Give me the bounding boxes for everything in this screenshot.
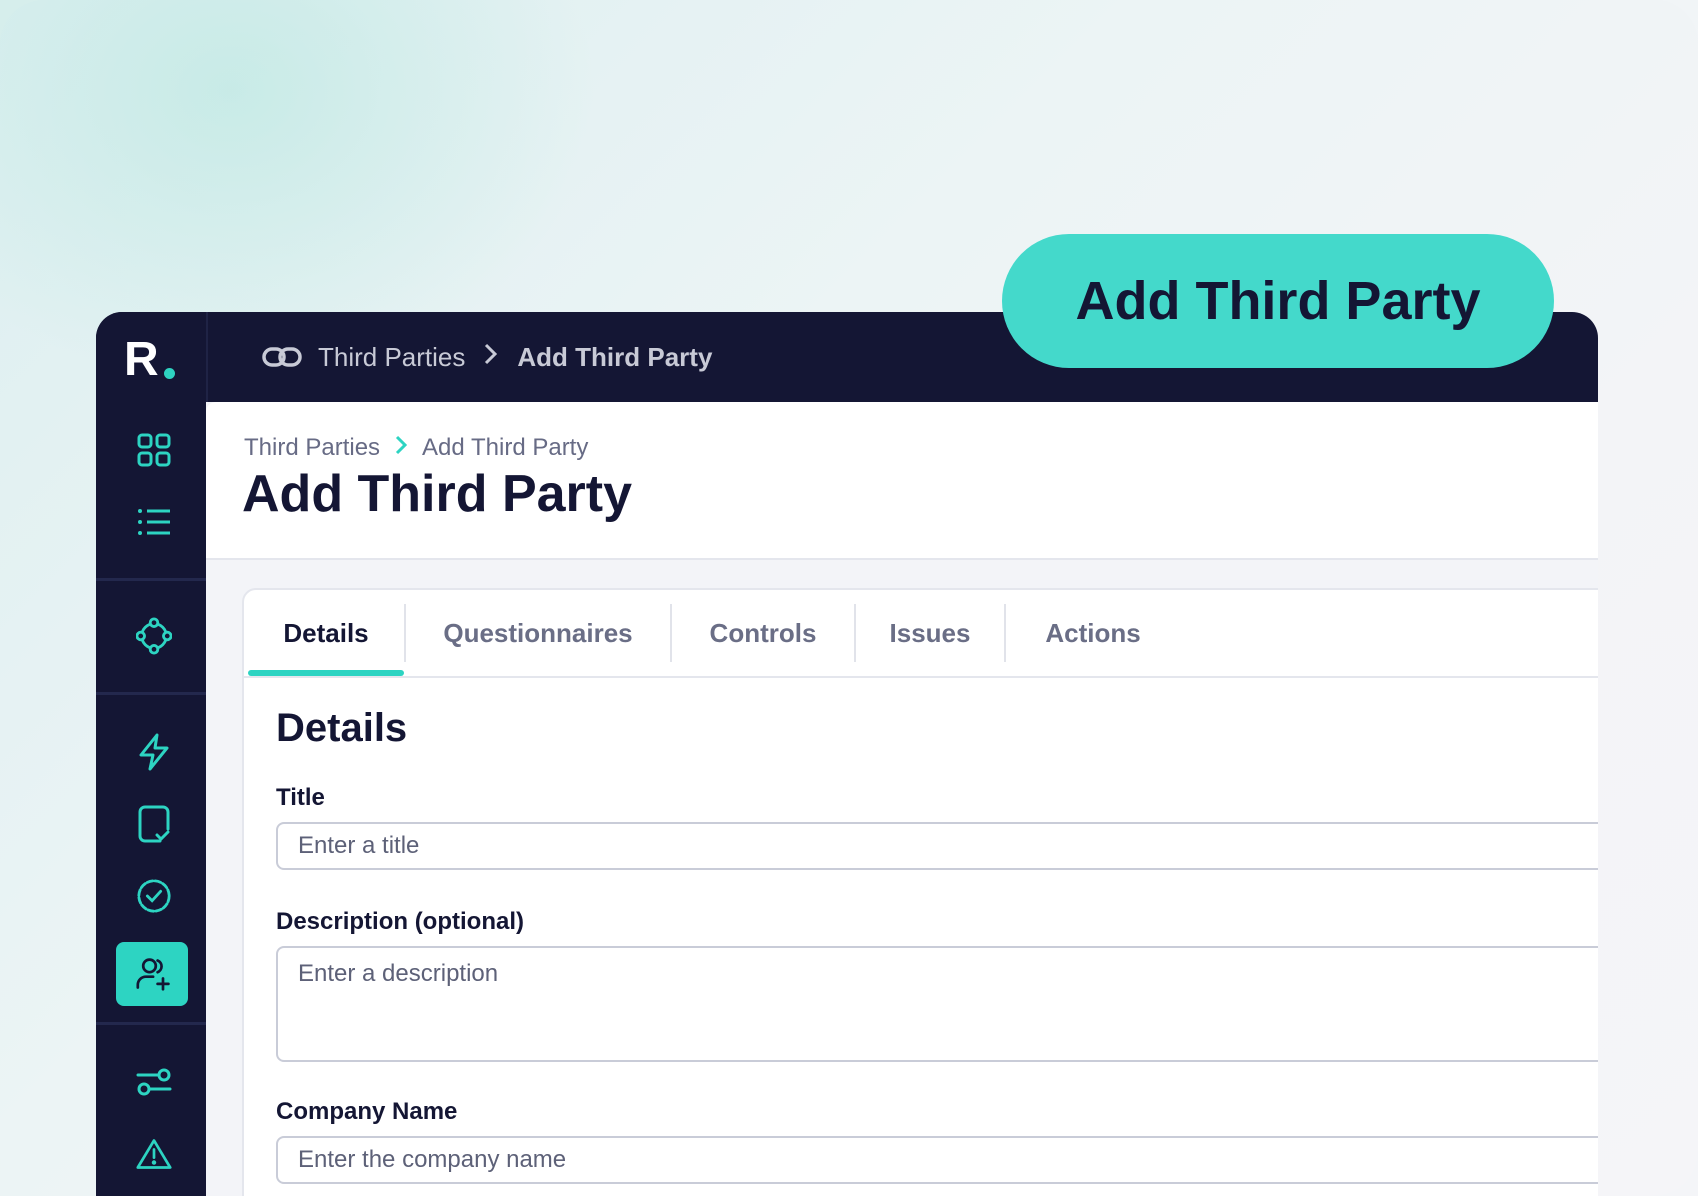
logo-dot — [164, 368, 175, 379]
tab-issues[interactable]: Issues — [856, 590, 1004, 676]
logo-area[interactable]: R — [96, 312, 208, 402]
sliders-icon[interactable] — [136, 1064, 172, 1100]
document-check-icon[interactable] — [136, 805, 172, 843]
tab-controls[interactable]: Controls — [672, 590, 854, 676]
sidebar — [96, 402, 206, 1196]
section-title: Details — [276, 706, 408, 750]
active-tab-indicator — [248, 670, 404, 676]
logo: R — [124, 333, 159, 386]
dashboard-grid-icon[interactable] — [136, 432, 172, 468]
link-icon — [262, 343, 304, 371]
badge-check-icon[interactable] — [136, 878, 172, 914]
lightning-icon[interactable] — [136, 733, 172, 771]
sidebar-divider — [96, 692, 206, 695]
sidebar-divider — [96, 1022, 206, 1025]
top-breadcrumb: Third Parties Add Third Party — [262, 338, 712, 376]
title-label: Title — [276, 784, 325, 811]
page-title: Add Third Party — [242, 465, 633, 523]
title-input[interactable] — [276, 822, 1598, 870]
app-window: R Third Parties Add Third Party Third Pa… — [96, 312, 1598, 1196]
tab-actions[interactable]: Actions — [1006, 590, 1180, 676]
company-name-label: Company Name — [276, 1098, 458, 1125]
add-third-party-callout: Add Third Party — [1002, 234, 1554, 368]
main-content: Third Parties Add Third Party Add Third … — [206, 402, 1598, 1196]
breadcrumb-parent[interactable]: Third Parties — [244, 434, 380, 462]
page-header: Third Parties Add Third Party Add Third … — [206, 402, 1598, 560]
chevron-right-icon — [394, 432, 408, 463]
network-nodes-icon[interactable] — [136, 617, 172, 655]
description-label: Description (optional) — [276, 908, 524, 935]
sidebar-divider — [96, 578, 206, 581]
add-user-icon[interactable] — [136, 956, 172, 992]
tab-bar: Details Questionnaires Controls Issues A… — [244, 590, 1598, 678]
chevron-right-icon — [483, 342, 499, 373]
list-icon[interactable] — [136, 504, 172, 540]
breadcrumb: Third Parties Add Third Party — [244, 432, 588, 463]
tab-details[interactable]: Details — [248, 590, 404, 676]
tab-questionnaires[interactable]: Questionnaires — [406, 590, 670, 676]
warning-icon[interactable] — [136, 1136, 172, 1172]
form-panel: Details Questionnaires Controls Issues A… — [242, 588, 1598, 1196]
company-name-input[interactable] — [276, 1136, 1598, 1184]
description-input[interactable] — [276, 946, 1598, 1062]
breadcrumb-current: Add Third Party — [422, 433, 589, 461]
top-breadcrumb-current: Add Third Party — [517, 341, 713, 372]
top-breadcrumb-parent[interactable]: Third Parties — [318, 342, 465, 373]
